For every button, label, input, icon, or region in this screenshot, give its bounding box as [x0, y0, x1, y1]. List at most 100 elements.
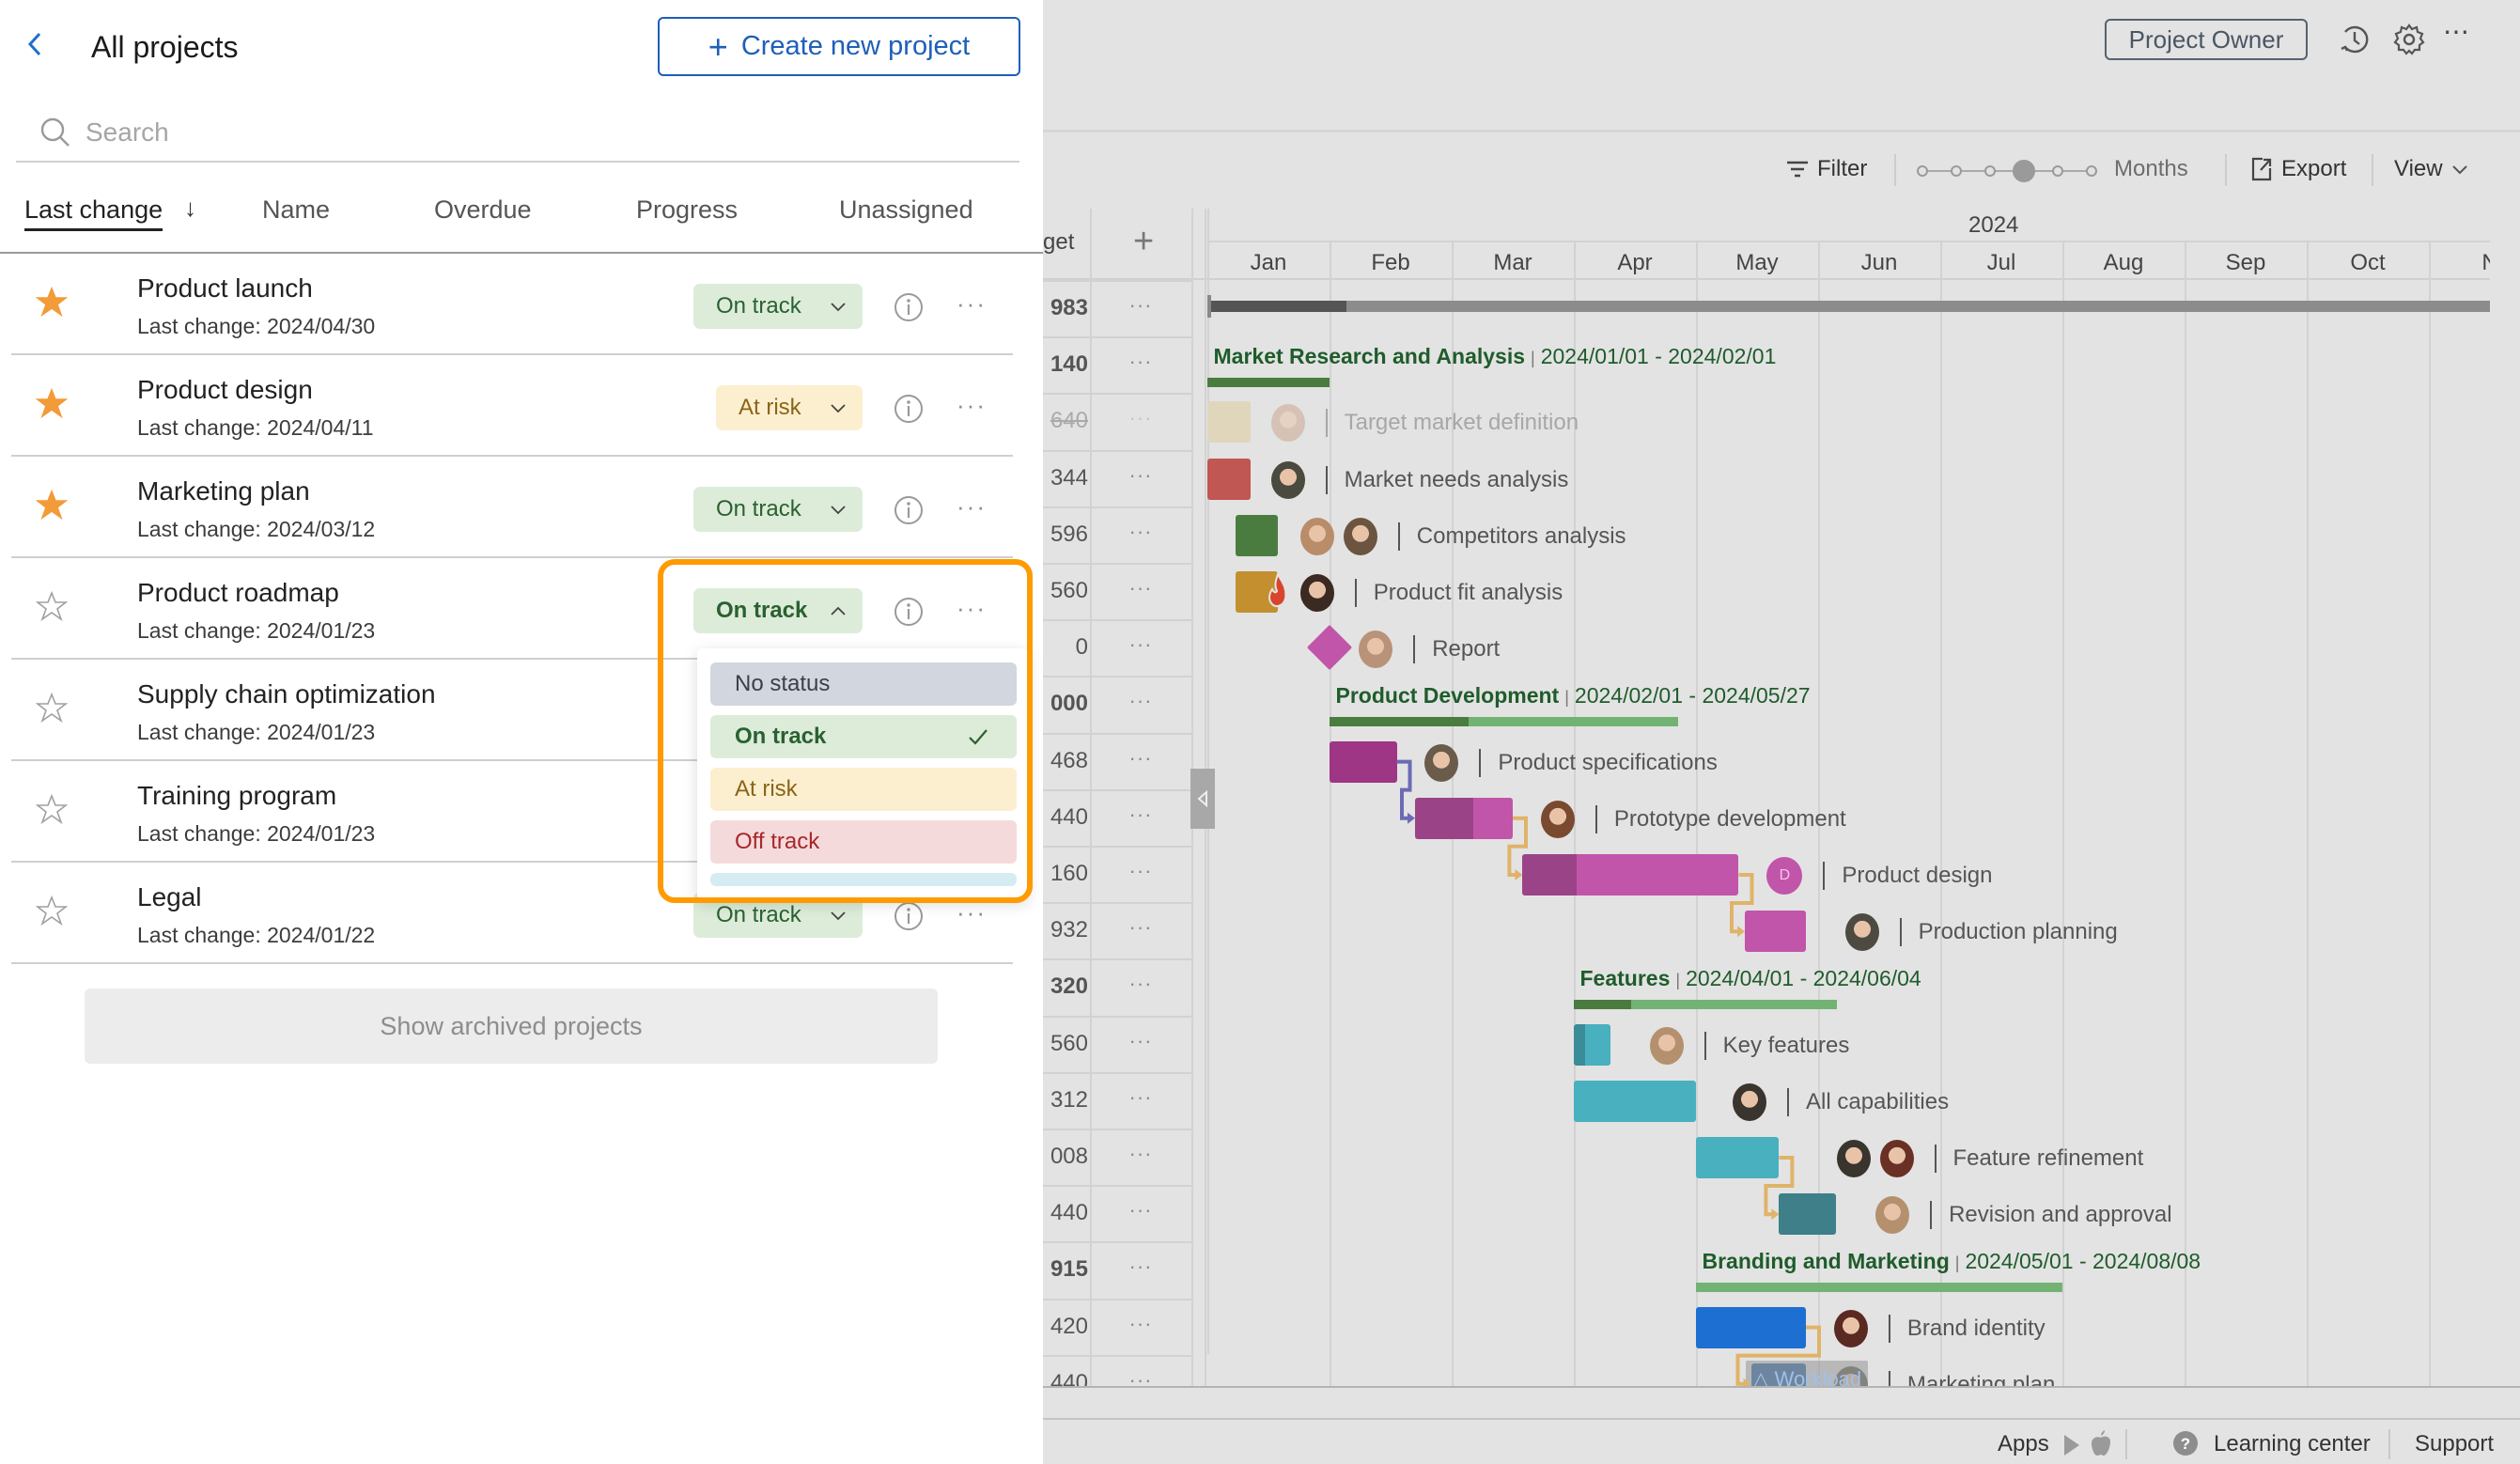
avatar[interactable]	[1359, 631, 1393, 669]
task-bar[interactable]	[1779, 1193, 1837, 1236]
more-menu-icon[interactable]: ⋯	[2443, 19, 2477, 56]
task-label[interactable]: Feature refinement	[1836, 1140, 2143, 1177]
sort-tab-overdue[interactable]: Overdue	[434, 193, 532, 226]
sort-tab-unassigned[interactable]: Unassigned	[839, 193, 973, 226]
google-play-icon[interactable]	[2061, 1433, 2082, 1457]
history-icon[interactable]	[2338, 23, 2372, 56]
slider-stop[interactable]	[2052, 165, 2063, 177]
more-options-icon[interactable]: ···	[955, 900, 988, 932]
project-row[interactable]: Product design Last change: 2024/04/11 At …	[11, 355, 1013, 457]
task-label[interactable]: D Product design	[1766, 857, 1993, 895]
status-option-on-track[interactable]: On track	[710, 715, 1017, 758]
avatar[interactable]	[1270, 460, 1305, 499]
dependency-connector[interactable]	[1396, 759, 1412, 820]
status-dropdown[interactable]: On track	[693, 284, 863, 329]
project-row[interactable]: Product roadmap Last change: 2024/01/23 On…	[11, 558, 1013, 660]
project-summary-bar[interactable]	[1209, 301, 2490, 312]
row-menu-icon[interactable]: ···	[1122, 915, 1159, 940]
task-label[interactable]: Key features	[1649, 1026, 1849, 1065]
row-menu-icon[interactable]: ···	[1122, 689, 1159, 713]
apps-link[interactable]: Apps	[1998, 1431, 2049, 1457]
project-name[interactable]: Supply chain optimization	[137, 678, 436, 710]
group-label[interactable]: Market Research and Analysis | 2024/01/01 …	[1214, 344, 1777, 369]
avatar[interactable]	[1540, 800, 1575, 838]
task-bar[interactable]	[1235, 514, 1279, 556]
info-icon[interactable]	[893, 291, 925, 323]
row-menu-icon[interactable]: ···	[1122, 1254, 1159, 1279]
task-bar[interactable]	[1207, 401, 1251, 444]
task-label[interactable]: Product specifications	[1424, 743, 1718, 782]
project-name[interactable]: Training program	[137, 780, 336, 812]
row-menu-icon[interactable]: ···	[1122, 1312, 1159, 1336]
task-bar[interactable]	[1696, 1306, 1806, 1348]
filter-button[interactable]: Filter	[1785, 154, 1867, 184]
status-option-no-status[interactable]: No status	[710, 662, 1017, 706]
star-outline-icon[interactable]	[36, 895, 68, 927]
avatar[interactable]: D	[1766, 857, 1803, 895]
task-label[interactable]: Product fit analysis	[1299, 574, 1563, 612]
support-link[interactable]: Support	[2415, 1431, 2494, 1457]
task-bar[interactable]	[1207, 458, 1251, 500]
task-label[interactable]: Market needs analysis	[1270, 460, 1568, 499]
task-label[interactable]: Production planning	[1844, 913, 2118, 952]
avatar[interactable]	[1733, 1082, 1766, 1121]
task-bar[interactable]	[1330, 740, 1397, 783]
row-menu-icon[interactable]: ···	[1122, 1198, 1159, 1223]
star-outline-icon[interactable]	[36, 590, 68, 622]
avatar[interactable]	[1879, 1140, 1914, 1177]
row-menu-icon[interactable]: ···	[1122, 802, 1159, 827]
task-label[interactable]: Prototype development	[1540, 800, 1846, 838]
row-menu-icon[interactable]: ···	[1122, 293, 1159, 318]
info-icon[interactable]	[893, 494, 925, 526]
project-row[interactable]: Marketing plan Last change: 2024/03/12 On …	[11, 457, 1013, 558]
star-outline-icon[interactable]	[36, 692, 68, 724]
avatar[interactable]	[1875, 1196, 1910, 1235]
avatar[interactable]	[1836, 1140, 1871, 1177]
horizontal-scrollbar[interactable]	[1043, 1386, 2520, 1418]
avatar[interactable]	[1343, 517, 1377, 555]
more-options-icon[interactable]: ···	[955, 393, 988, 425]
back-button[interactable]	[24, 28, 53, 66]
slider-stop[interactable]	[1951, 165, 1962, 177]
row-menu-icon[interactable]: ···	[1122, 1085, 1159, 1110]
row-menu-icon[interactable]: ···	[1122, 520, 1159, 544]
budget-column-header[interactable]: get	[1043, 229, 1074, 256]
sort-descending-icon[interactable]: ↓	[184, 194, 196, 223]
avatar[interactable]	[1270, 404, 1305, 443]
create-project-button[interactable]: + Create new project	[658, 17, 1020, 76]
row-menu-icon[interactable]: ···	[1122, 1368, 1159, 1386]
more-options-icon[interactable]: ···	[955, 291, 988, 323]
group-label[interactable]: Branding and Marketing | 2024/05/01 - 2024…	[1703, 1249, 2201, 1274]
avatar[interactable]	[1299, 574, 1334, 612]
row-menu-icon[interactable]: ···	[1122, 350, 1159, 374]
avatar[interactable]	[1299, 517, 1334, 555]
task-label[interactable]: Target market definition	[1270, 404, 1579, 443]
status-option-off-track[interactable]: Off track	[710, 820, 1017, 864]
group-bar[interactable]	[1696, 1283, 2062, 1293]
row-menu-icon[interactable]: ···	[1122, 1142, 1159, 1166]
project-name[interactable]: Product launch	[137, 273, 313, 304]
export-button[interactable]: Export	[2249, 154, 2346, 184]
project-name[interactable]: Marketing plan	[137, 475, 310, 507]
more-options-icon[interactable]: ···	[955, 596, 988, 628]
status-dropdown[interactable]: On track	[693, 487, 863, 532]
sort-tab-progress[interactable]: Progress	[636, 193, 738, 226]
group-label[interactable]: Features | 2024/04/01 - 2024/06/04	[1580, 966, 1921, 991]
info-icon[interactable]	[893, 393, 925, 425]
more-options-icon[interactable]: ···	[955, 494, 988, 526]
project-name[interactable]: Product design	[137, 374, 313, 406]
project-row[interactable]: Product launch Last change: 2024/04/30 On …	[11, 254, 1013, 355]
row-menu-icon[interactable]: ···	[1122, 1029, 1159, 1053]
view-dropdown[interactable]: View	[2394, 154, 2469, 184]
task-label[interactable]: Revision and approval	[1875, 1196, 2172, 1235]
task-label[interactable]: Brand identity	[1833, 1309, 2046, 1347]
slider-stop[interactable]	[1917, 165, 1928, 177]
slider-thumb[interactable]	[2013, 160, 2035, 182]
project-name[interactable]: Legal	[137, 881, 202, 913]
row-menu-icon[interactable]: ···	[1122, 576, 1159, 600]
row-menu-icon[interactable]: ···	[1122, 463, 1159, 488]
row-menu-icon[interactable]: ···	[1122, 406, 1159, 430]
add-column-button[interactable]: +	[1133, 222, 1154, 262]
avatar[interactable]	[1844, 913, 1879, 952]
search-input[interactable]	[86, 117, 931, 148]
